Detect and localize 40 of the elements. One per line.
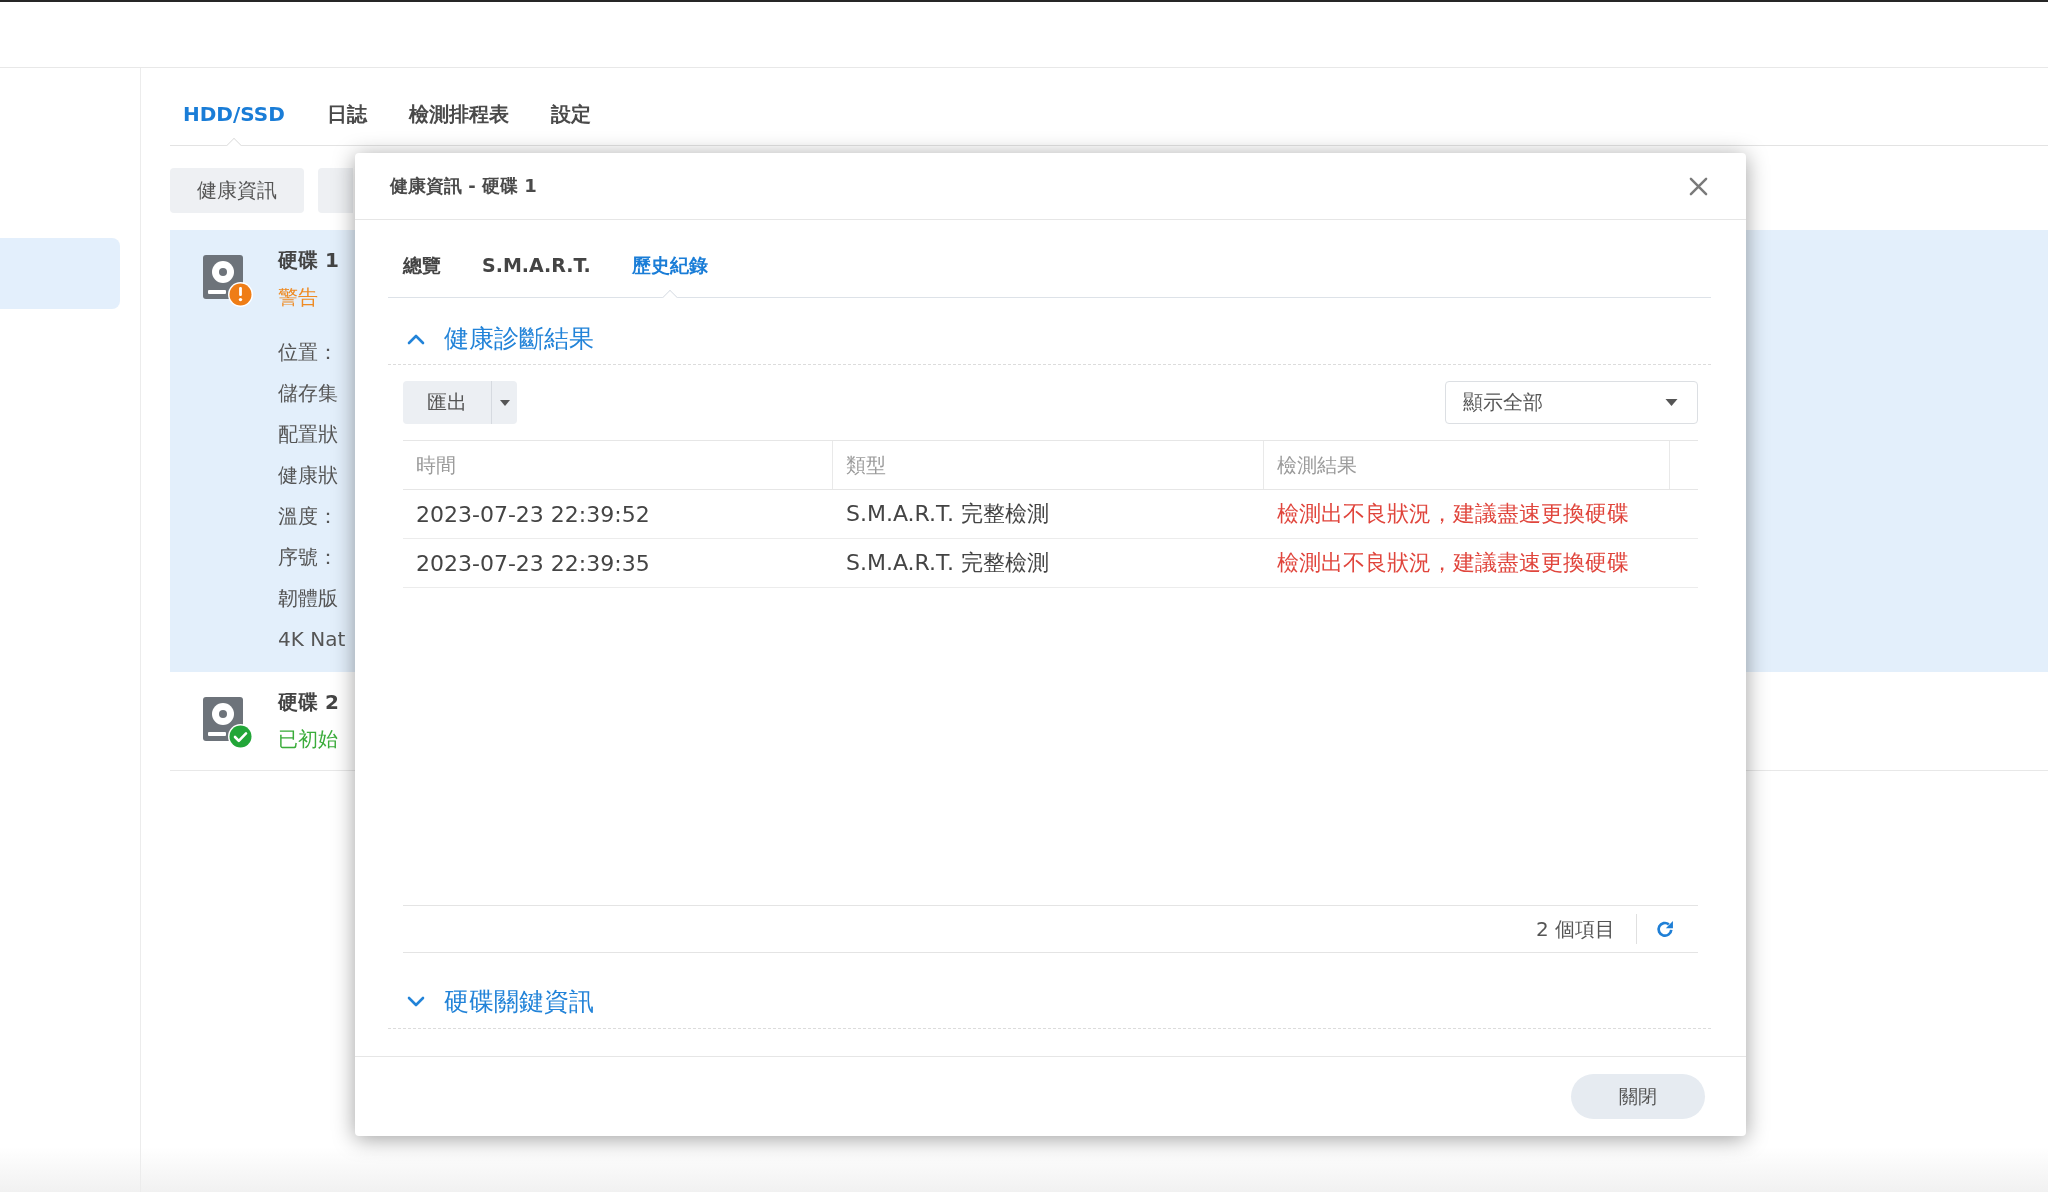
table-cell-text: S.M.A.R.T. 完整檢測 xyxy=(845,500,1050,528)
detail-label: 儲存集 xyxy=(278,380,338,407)
close-button[interactable]: 關閉 xyxy=(1571,1074,1705,1119)
disk-status: 警告 xyxy=(278,284,318,311)
caret-icon xyxy=(499,399,510,406)
detail-label: 韌體版 xyxy=(278,585,338,612)
dialog-tab[interactable]: S.M.A.R.T. xyxy=(482,247,591,298)
tab[interactable]: 檢測排程表 xyxy=(408,96,509,146)
dialog-title: 健康資訊 - 硬碟 1 xyxy=(390,174,537,198)
disk-status: 已初始 xyxy=(278,726,338,753)
table-cell-text: 檢測出不良狀況，建議盡速更換硬碟 xyxy=(1276,500,1630,528)
health-info-button[interactable]: 健康資訊 xyxy=(170,168,304,213)
table-cell-text: 2023-07-23 22:39:52 xyxy=(415,500,651,529)
disk-name: 硬碟 2 xyxy=(278,689,339,716)
filter-dropdown[interactable]: 顯示全部 xyxy=(1445,381,1698,424)
chevron-up-icon[interactable] xyxy=(407,333,425,345)
dialog-tab[interactable]: 總覽 xyxy=(403,247,441,298)
detail-label: 位置： xyxy=(278,339,338,366)
export-button[interactable]: 匯出 xyxy=(403,381,491,424)
tab[interactable]: 設定 xyxy=(550,96,591,146)
table-cell-text: S.M.A.R.T. 完整檢測 xyxy=(845,549,1050,577)
detail-label: 健康狀 xyxy=(278,462,338,489)
section-title[interactable]: 健康診斷結果 xyxy=(444,321,594,357)
section-title[interactable]: 硬碟關鍵資訊 xyxy=(444,984,594,1020)
caret-icon xyxy=(1665,399,1678,406)
table-cell-text: 檢測出不良狀況，建議盡速更換硬碟 xyxy=(1276,549,1630,577)
disk-name: 硬碟 1 xyxy=(278,247,339,274)
table-cell-text: 2023-07-23 22:39:35 xyxy=(415,549,651,578)
item-count: 2 個項目 xyxy=(1535,915,1616,943)
hard-drive-warning-icon xyxy=(203,255,253,307)
detail-label: 配置狀 xyxy=(278,421,338,448)
tab[interactable]: 日誌 xyxy=(326,96,367,146)
detail-label: 4K Nat xyxy=(278,626,346,653)
detail-label: 序號： xyxy=(278,544,338,571)
refresh-icon[interactable] xyxy=(1655,919,1675,939)
chevron-down-icon[interactable] xyxy=(407,996,425,1008)
hard-drive-check-icon xyxy=(203,697,253,749)
close-icon[interactable] xyxy=(1689,176,1708,196)
detail-label: 溫度： xyxy=(278,503,338,530)
export-menu-button[interactable] xyxy=(491,381,517,424)
